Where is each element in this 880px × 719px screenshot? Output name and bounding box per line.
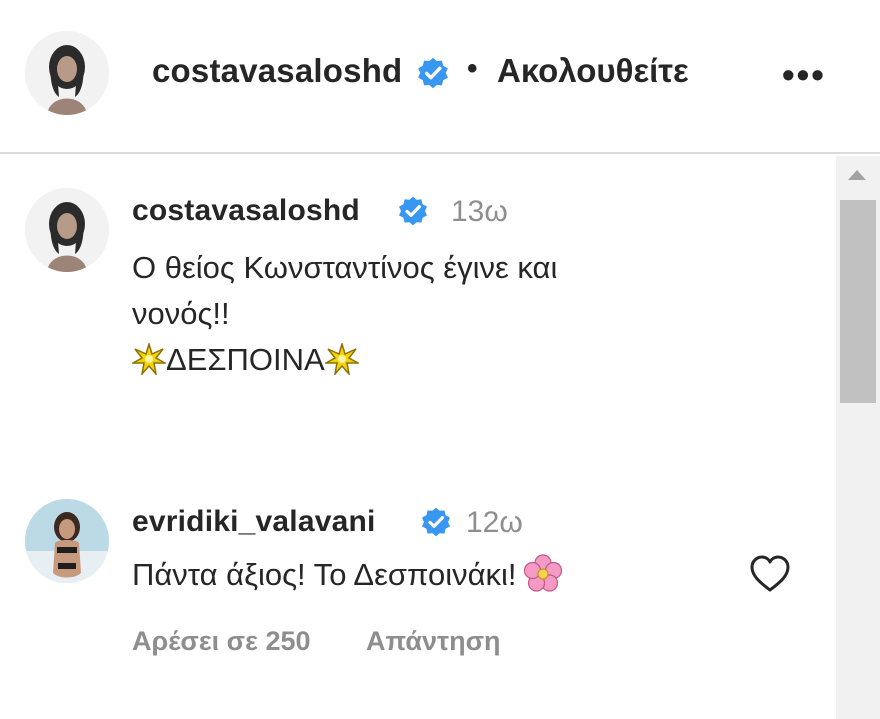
verified-badge-icon: [418, 57, 448, 89]
header-username[interactable]: costavasaloshd: [152, 52, 402, 90]
comment-name-text: ΔΕΣΠΟΙΝΑ: [166, 342, 325, 377]
scroll-up-arrow-icon[interactable]: [848, 170, 866, 180]
comment-text-body: Πάντα άξιος! Το Δεσποινάκι!: [132, 557, 517, 592]
comment-username[interactable]: costavasaloshd: [132, 194, 360, 228]
more-options-button[interactable]: •••: [782, 54, 826, 96]
reply-button[interactable]: Απάντηση: [366, 626, 501, 657]
comment-name-line: ΔΕΣΠΟΙΝΑ: [132, 337, 772, 383]
comment-avatar[interactable]: [25, 188, 109, 272]
profile-photo-icon: [25, 188, 109, 272]
sparkle-icon: [324, 343, 359, 375]
verified-badge-icon: [399, 196, 427, 226]
post-header: costavasaloshd • Ακολουθείτε •••: [0, 0, 880, 154]
comment-text-line: νονός!!: [132, 296, 230, 331]
like-heart-icon[interactable]: [748, 554, 792, 594]
profile-photo-icon: [25, 31, 109, 115]
sparkle-icon: [132, 343, 166, 375]
avatar[interactable]: [25, 31, 109, 115]
separator-dot: •: [467, 52, 478, 85]
following-button[interactable]: Ακολουθείτε: [497, 52, 689, 90]
comment-username[interactable]: evridiki_valavani: [132, 505, 376, 539]
comment-timestamp[interactable]: 13ω: [451, 195, 508, 229]
comment-text: Πάντα άξιος! Το Δεσποινάκι!: [132, 553, 563, 597]
comment-text-line: Ο θείος Κωνσταντίνος έγινε και: [132, 250, 558, 285]
comment-timestamp[interactable]: 12ω: [466, 506, 523, 540]
verified-badge-icon: [422, 507, 450, 537]
profile-photo-icon: [25, 499, 109, 583]
comment-avatar[interactable]: [25, 499, 109, 583]
blossom-icon: [523, 554, 562, 592]
likes-count[interactable]: Αρέσει σε 250: [132, 626, 311, 657]
comment-text: Ο θείος Κωνσταντίνος έγινε και νονός!! Δ…: [132, 245, 772, 383]
scrollbar-thumb[interactable]: [840, 200, 876, 403]
